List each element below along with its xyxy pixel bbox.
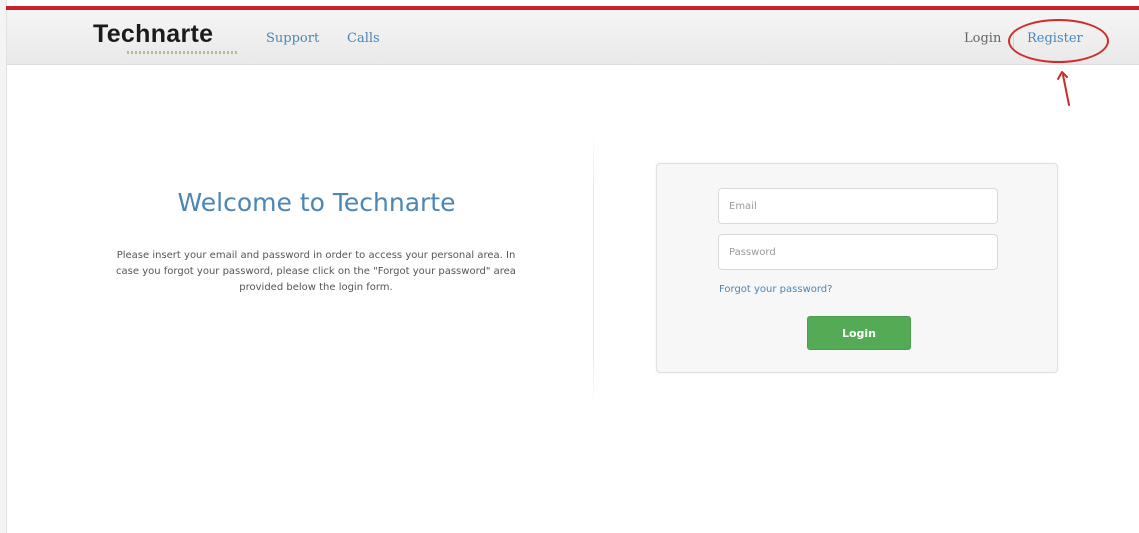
nav-support-link[interactable]: Support xyxy=(266,31,319,46)
nav-login-link[interactable]: Login xyxy=(964,31,1001,46)
annotation-arrow-icon xyxy=(1057,71,1070,106)
page: Technarte Support Calls Login Register W… xyxy=(0,0,1139,533)
column-divider xyxy=(593,133,594,408)
nav-calls-link[interactable]: Calls xyxy=(347,31,380,46)
brand-underline xyxy=(127,51,237,54)
register-highlight-circle xyxy=(1008,19,1109,63)
brand-logo[interactable]: Technarte xyxy=(93,20,213,49)
forgot-password-link[interactable]: Forgot your password? xyxy=(719,284,832,295)
left-edge xyxy=(0,0,7,533)
top-navbar: Technarte Support Calls Login Register xyxy=(7,10,1139,65)
welcome-description: Please insert your email and password in… xyxy=(116,250,516,293)
email-field[interactable] xyxy=(718,188,998,224)
login-form-card: Forgot your password? Login xyxy=(656,163,1058,373)
password-field[interactable] xyxy=(718,234,998,270)
login-button[interactable]: Login xyxy=(807,316,911,350)
welcome-title: Welcome to Technarte xyxy=(177,188,456,217)
